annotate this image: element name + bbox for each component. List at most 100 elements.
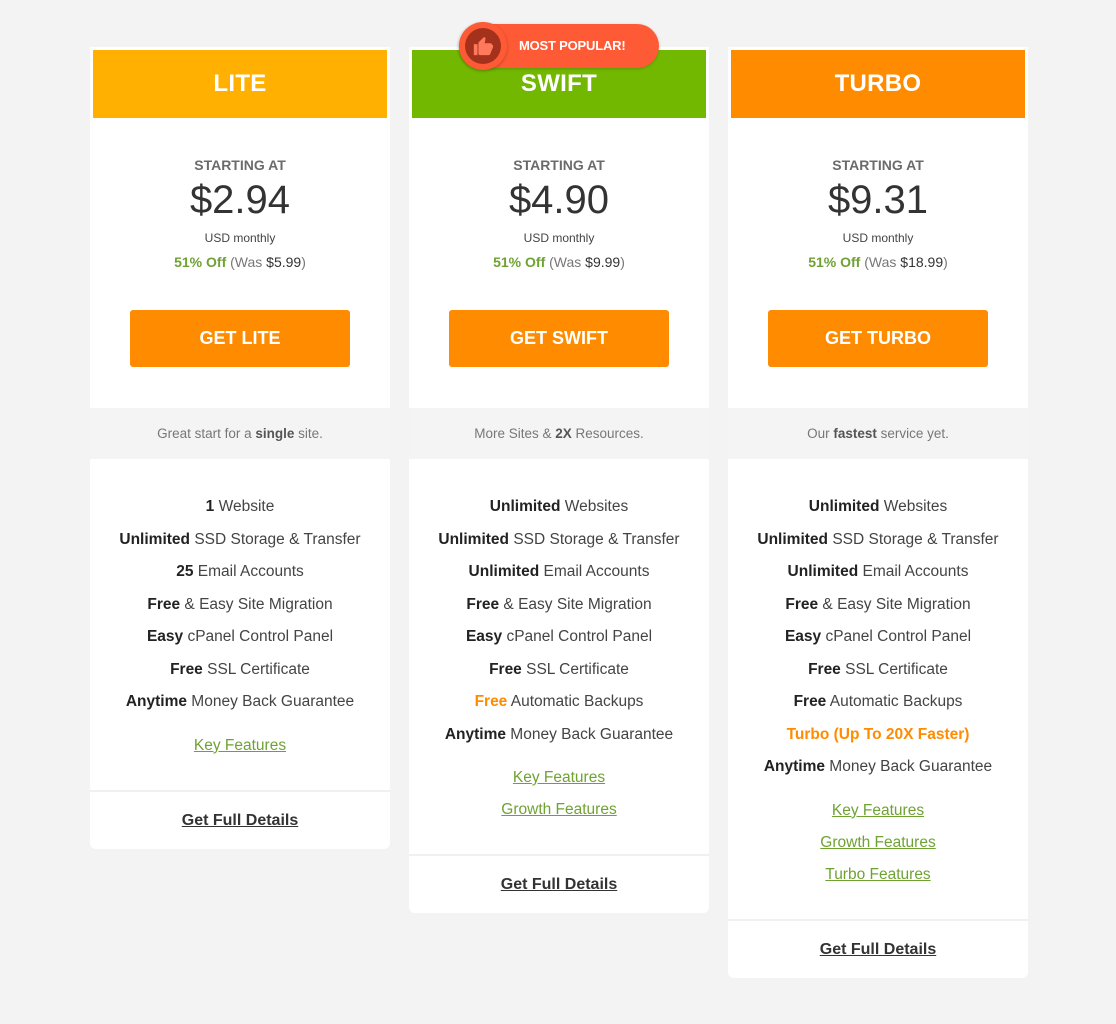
feature-item: Anytime Money Back Guarantee xyxy=(728,757,1028,790)
feature-link-growth-features[interactable]: Growth Features xyxy=(409,800,709,832)
plan-tagline: Great start for a single site. xyxy=(90,408,390,459)
details-footer: Get Full Details xyxy=(90,789,390,849)
feature-text: Email Accounts xyxy=(193,563,304,580)
feature-item: Free & Easy Site Migration xyxy=(90,595,390,628)
feature-bold: Unlimited xyxy=(468,563,540,580)
feature-bold: Free xyxy=(474,693,508,710)
get-plan-button[interactable]: GET TURBO xyxy=(768,310,988,367)
feature-item: Turbo (Up To 20X Faster) xyxy=(728,725,1028,758)
feature-item: Free SSL Certificate xyxy=(90,660,390,693)
tagline-bold: 2X xyxy=(555,426,572,441)
get-full-details-link[interactable]: Get Full Details xyxy=(182,812,298,829)
feature-bold: Free xyxy=(808,660,841,678)
was-price: $18.99 xyxy=(900,254,944,270)
feature-item: Anytime Money Back Guarantee xyxy=(90,692,390,725)
tagline-text: site. xyxy=(294,426,323,441)
was-price: $9.99 xyxy=(585,254,621,270)
badge-label: MOST POPULAR! xyxy=(519,38,626,53)
was-prefix: (Was xyxy=(230,254,267,270)
feature-text: & Easy Site Migration xyxy=(818,595,971,613)
feature-text: cPanel Control Panel xyxy=(821,628,972,645)
feature-text: & Easy Site Migration xyxy=(180,595,333,613)
plan-header: LITE xyxy=(93,50,387,118)
feature-text: SSL Certificate xyxy=(521,660,629,678)
was-suffix: ) xyxy=(620,254,625,270)
feature-bold: 25 xyxy=(176,563,194,580)
tagline-text: More Sites & xyxy=(474,426,556,441)
badge-icon-circle xyxy=(459,22,507,70)
feature-link-turbo-features[interactable]: Turbo Features xyxy=(728,865,1028,897)
feature-text: cPanel Control Panel xyxy=(502,628,653,645)
feature-link-key-features[interactable]: Key Features xyxy=(728,801,1028,833)
plan-card-swift: SWIFT STARTING AT $4.90 USD monthly 51% … xyxy=(409,47,709,913)
discount-info: 51% Off (Was $18.99) xyxy=(728,254,1028,270)
feature-text: Money Back Guarantee xyxy=(825,758,993,775)
feature-link-growth-features[interactable]: Growth Features xyxy=(728,833,1028,865)
price-period: USD monthly xyxy=(204,231,276,245)
feature-bold: 1 xyxy=(205,498,215,515)
feature-text: SSD Storage & Transfer xyxy=(190,530,361,548)
get-plan-button[interactable]: GET LITE xyxy=(130,310,350,367)
feature-item: Free SSL Certificate xyxy=(409,660,709,693)
feature-item: Easy cPanel Control Panel xyxy=(90,627,390,660)
tagline-text: Great start for a xyxy=(157,426,256,441)
feature-bold: Anytime xyxy=(763,758,825,775)
feature-item: Unlimited Email Accounts xyxy=(409,562,709,595)
get-full-details-link[interactable]: Get Full Details xyxy=(501,876,617,893)
starting-at-label: STARTING AT xyxy=(194,157,286,173)
discount-percent: 51% Off xyxy=(174,254,227,270)
feature-bold: Easy xyxy=(146,628,184,645)
discount-info: 51% Off (Was $5.99) xyxy=(90,254,390,270)
plan-price: $2.94 xyxy=(189,178,291,222)
get-full-details-link[interactable]: Get Full Details xyxy=(820,941,936,958)
discount-percent: 51% Off xyxy=(493,254,546,270)
feature-item: Unlimited SSD Storage & Transfer xyxy=(728,530,1028,563)
feature-bold: Turbo (Up To 20X Faster) xyxy=(786,725,970,743)
was-suffix: ) xyxy=(943,254,948,270)
details-footer: Get Full Details xyxy=(409,854,709,913)
price-period: USD monthly xyxy=(523,231,595,245)
plan-card-turbo: TURBO STARTING AT $9.31 USD monthly 51% … xyxy=(728,47,1028,978)
most-popular-badge: MOST POPULAR! xyxy=(459,22,659,70)
feature-item: Unlimited SSD Storage & Transfer xyxy=(90,530,390,563)
feature-bold: Free xyxy=(785,595,819,613)
feature-item: Free Automatic Backups xyxy=(409,692,709,725)
plan-price: $4.90 xyxy=(508,178,610,222)
plan-name: SWIFT xyxy=(520,70,598,97)
feature-bold: Unlimited xyxy=(757,530,829,548)
feature-bold: Easy xyxy=(465,628,503,645)
feature-bold: Unlimited xyxy=(787,563,859,580)
feature-text: SSL Certificate xyxy=(202,660,310,678)
feature-link-key-features[interactable]: Key Features xyxy=(409,768,709,800)
feature-text: Websites xyxy=(560,498,629,515)
feature-bold: Anytime xyxy=(125,693,187,710)
feature-link-key-features[interactable]: Key Features xyxy=(90,736,390,768)
feature-links: Key Features Growth Features xyxy=(409,757,709,854)
feature-text: cPanel Control Panel xyxy=(183,628,334,645)
feature-text: Website xyxy=(214,498,275,515)
feature-text: Money Back Guarantee xyxy=(187,693,355,710)
plan-name: TURBO xyxy=(834,70,922,97)
feature-item: Unlimited Email Accounts xyxy=(728,562,1028,595)
feature-text: Money Back Guarantee xyxy=(506,725,674,743)
feature-item: Anytime Money Back Guarantee xyxy=(409,725,709,758)
plan-price: $9.31 xyxy=(827,178,929,222)
feature-item: Unlimited Websites xyxy=(728,497,1028,530)
feature-list: Unlimited Websites Unlimited SSD Storage … xyxy=(728,459,1028,790)
feature-item: Easy cPanel Control Panel xyxy=(728,627,1028,660)
feature-item: Easy cPanel Control Panel xyxy=(409,627,709,660)
was-prefix: (Was xyxy=(864,254,901,270)
get-plan-button[interactable]: GET SWIFT xyxy=(449,310,669,367)
feature-text: SSD Storage & Transfer xyxy=(828,530,999,548)
tagline-text: Our xyxy=(807,426,834,441)
starting-at-label: STARTING AT xyxy=(832,157,924,173)
feature-text: Automatic Backups xyxy=(826,693,963,710)
was-price: $5.99 xyxy=(266,254,302,270)
price-period: USD monthly xyxy=(842,231,914,245)
tagline-text: service yet. xyxy=(876,426,949,441)
feature-bold: Unlimited xyxy=(438,530,510,548)
tagline-text: Resources. xyxy=(571,426,644,441)
feature-text: SSD Storage & Transfer xyxy=(509,530,680,548)
was-suffix: ) xyxy=(301,254,306,270)
feature-bold: Unlimited xyxy=(808,498,880,515)
